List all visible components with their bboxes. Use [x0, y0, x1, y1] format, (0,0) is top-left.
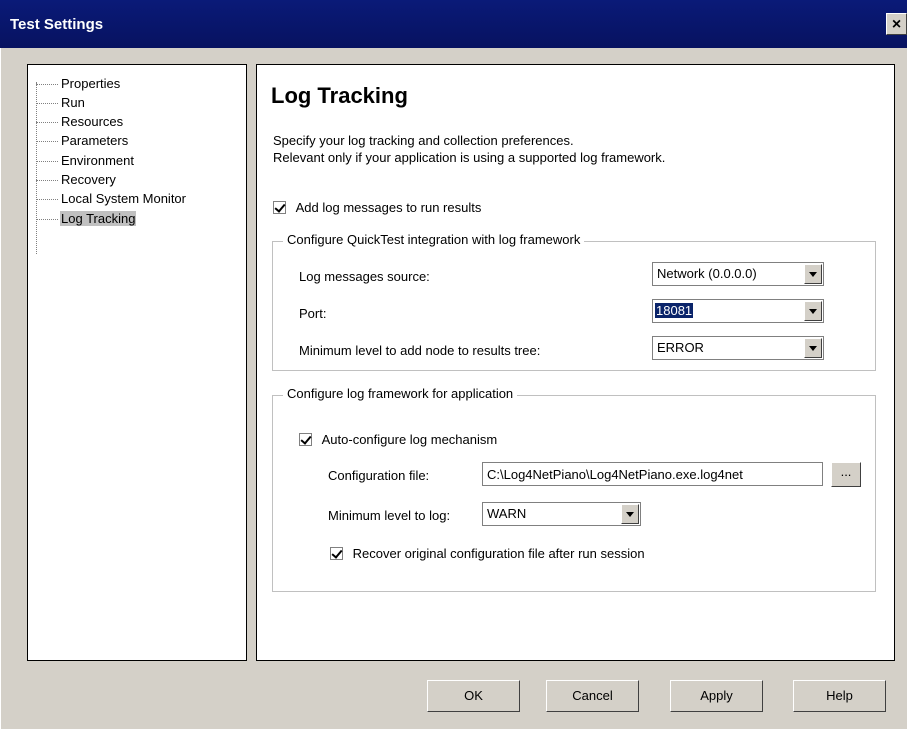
apply-button[interactable]: Apply — [670, 680, 763, 712]
add-log-messages-checkbox[interactable] — [273, 201, 286, 215]
tree-item-properties[interactable]: Properties — [36, 75, 121, 93]
log-source-label: Log messages source: — [299, 269, 430, 284]
tree-item-environment[interactable]: Environment — [36, 152, 135, 170]
min-log-level-select[interactable]: WARN — [482, 502, 641, 526]
tree-item-label: Parameters — [61, 133, 129, 148]
framework-group-legend: Configure log framework for application — [283, 386, 518, 401]
auto-configure-label: Auto-configure log mechanism — [321, 432, 498, 448]
ok-button[interactable]: OK — [427, 680, 520, 712]
framework-group: Configure log framework for application … — [272, 386, 876, 592]
port-value: 18081 — [655, 303, 694, 318]
cancel-button[interactable]: Cancel — [546, 680, 639, 712]
add-log-messages-label: Add log messages to run results — [295, 200, 482, 216]
content-panel: Log Tracking Specify your log tracking a… — [256, 64, 895, 661]
config-file-field[interactable] — [482, 462, 823, 486]
chevron-down-icon[interactable] — [621, 504, 639, 524]
auto-configure-option[interactable]: Auto-configure log mechanism — [299, 431, 497, 447]
integration-group: Configure QuickTest integration with log… — [272, 232, 876, 371]
chevron-down-icon[interactable] — [804, 338, 822, 358]
chevron-down-icon[interactable] — [804, 301, 822, 321]
tree-item-parameters[interactable]: Parameters — [36, 132, 129, 150]
tree-item-label: Properties — [61, 76, 121, 91]
min-level-node-value: ERROR — [657, 340, 704, 355]
min-log-level-value: WARN — [487, 506, 527, 521]
recover-config-option[interactable]: Recover original configuration file afte… — [330, 545, 645, 561]
config-file-input[interactable] — [483, 463, 822, 485]
recover-config-label: Recover original configuration file afte… — [352, 546, 645, 562]
close-icon[interactable]: × — [886, 13, 907, 35]
window-title: Test Settings — [10, 16, 104, 33]
page-description: Specify your log tracking and collection… — [273, 132, 665, 166]
tree-item-resources[interactable]: Resources — [36, 113, 124, 131]
chevron-down-icon[interactable] — [804, 264, 822, 284]
min-log-level-label: Minimum level to log: — [328, 508, 451, 523]
config-file-label: Configuration file: — [328, 468, 430, 483]
log-source-value: Network (0.0.0.0) — [657, 266, 757, 281]
tree-item-label: Environment — [61, 153, 134, 168]
description-line-2: Relevant only if your application is usi… — [273, 150, 666, 165]
tree-item-label: Recovery — [61, 172, 116, 187]
tree-item-label: Local System Monitor — [61, 191, 186, 206]
browse-button[interactable]: ... — [831, 462, 861, 487]
description-line-1: Specify your log tracking and collection… — [273, 133, 574, 148]
recover-config-checkbox[interactable] — [330, 547, 343, 561]
log-source-select[interactable]: Network (0.0.0.0) — [652, 262, 824, 286]
tree-item-local-system-monitor[interactable]: Local System Monitor — [36, 190, 187, 208]
port-select[interactable]: 18081 — [652, 299, 824, 323]
tree-item-run[interactable]: Run — [36, 94, 86, 112]
tree-item-recovery[interactable]: Recovery — [36, 171, 117, 189]
tree-item-label: Resources — [61, 114, 124, 129]
min-level-node-label: Minimum level to add node to results tre… — [299, 343, 541, 358]
port-label: Port: — [299, 306, 327, 321]
page-title: Log Tracking — [271, 83, 408, 108]
help-button[interactable]: Help — [793, 680, 886, 712]
title-bar: Test Settings × — [0, 0, 907, 48]
min-level-node-select[interactable]: ERROR — [652, 336, 824, 360]
tree-item-log-tracking[interactable]: Log Tracking — [36, 210, 137, 228]
integration-group-legend: Configure QuickTest integration with log… — [283, 232, 585, 247]
auto-configure-checkbox[interactable] — [299, 433, 312, 447]
settings-tree: Properties Run Resources Parameters Envi… — [27, 64, 247, 661]
tree-item-label: Run — [61, 95, 85, 110]
add-log-messages-option[interactable]: Add log messages to run results — [273, 199, 481, 215]
tree-item-label: Log Tracking — [60, 211, 137, 226]
